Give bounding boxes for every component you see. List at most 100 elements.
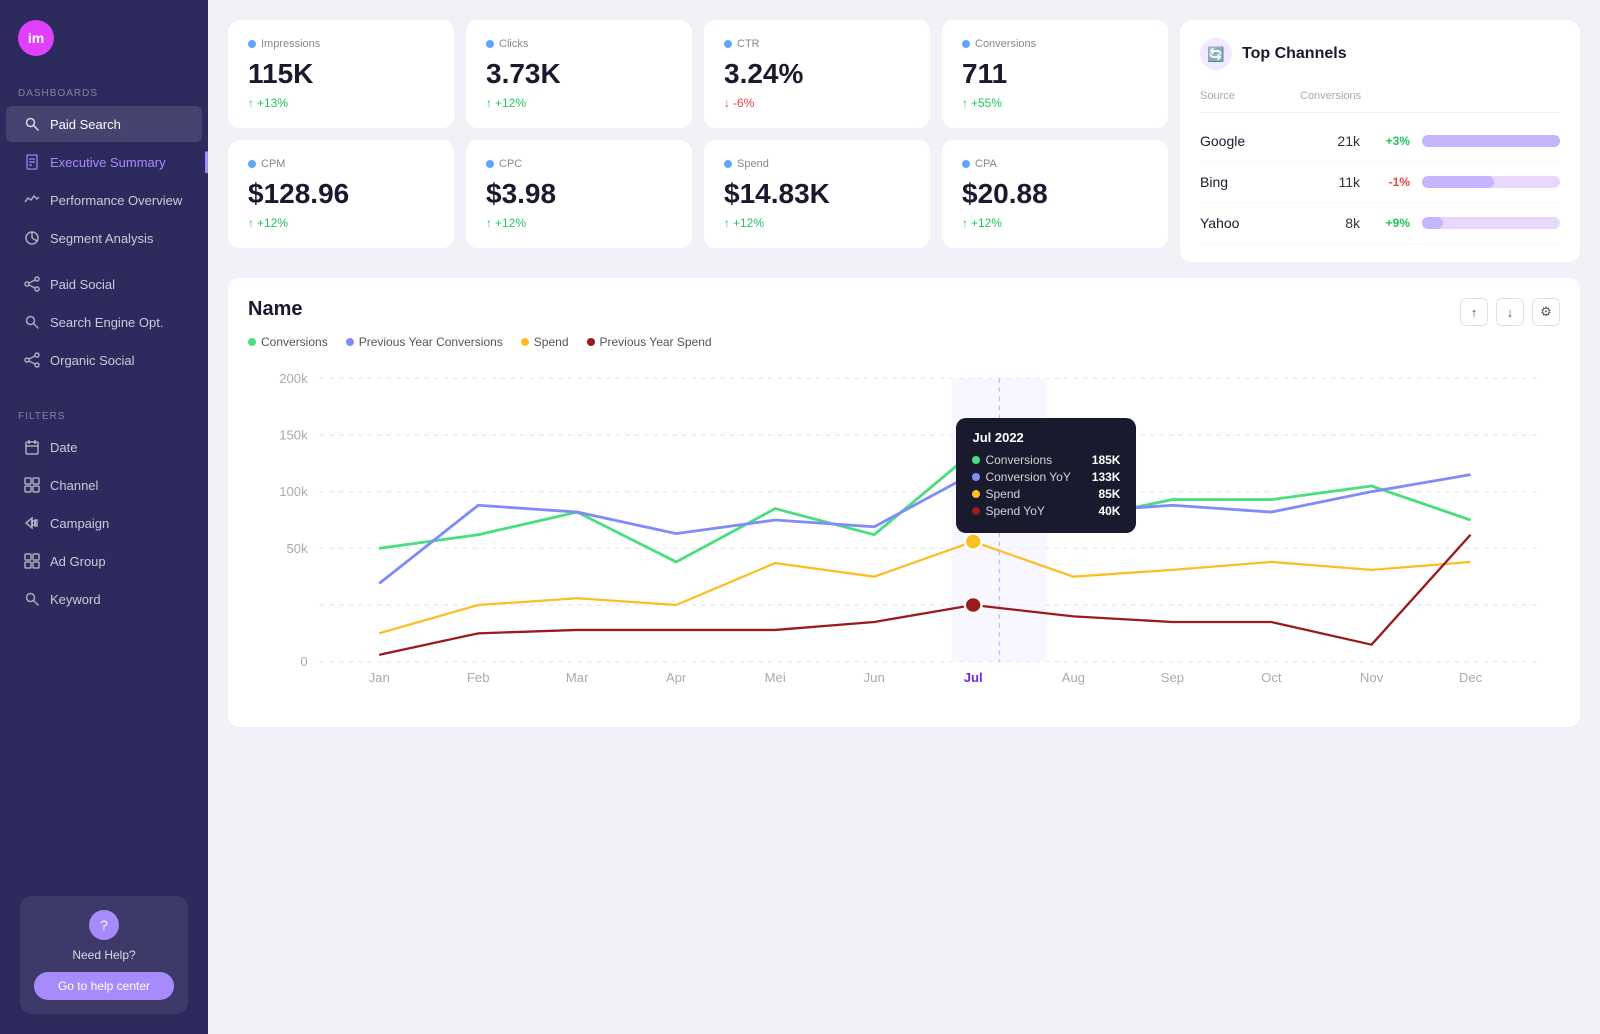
sidebar-item-paid-search[interactable]: Paid Search	[6, 106, 202, 142]
chart-settings-button[interactable]: ⚙	[1532, 298, 1560, 326]
main-content: Impressions 115K ↑ +13% Clicks 3.73K	[208, 0, 1600, 1034]
channels-table-header: Source Conversions	[1200, 86, 1560, 113]
help-icon: ?	[89, 910, 119, 940]
metrics-col: Impressions 115K ↑ +13% Clicks 3.73K	[228, 20, 1168, 262]
metric-value: 115K	[248, 58, 434, 90]
channel-name: Bing	[1200, 174, 1300, 190]
arrow-up-icon: ↑	[724, 216, 730, 230]
svg-text:Aug: Aug	[1062, 670, 1085, 685]
chart-title: Name	[248, 298, 1460, 321]
svg-text:50k: 50k	[287, 541, 309, 556]
metric-spend: Spend $14.83K ↑ +12%	[704, 140, 930, 248]
metric-cpa: CPA $20.88 ↑ +12%	[942, 140, 1168, 248]
channel-change: +3%	[1360, 134, 1410, 148]
metric-value: 3.73K	[486, 58, 672, 90]
sidebar-item-organic-social[interactable]: Organic Social	[6, 342, 202, 378]
pie-icon	[24, 230, 40, 246]
filter-label: Date	[50, 440, 77, 455]
top-channels-panel: 🔄 Top Channels Source Conversions Google…	[1180, 20, 1580, 262]
svg-text:Sep: Sep	[1161, 670, 1184, 685]
chart-download-button[interactable]: ↓	[1496, 298, 1524, 326]
filter-channel[interactable]: Channel	[6, 467, 202, 503]
filter-campaign[interactable]: Campaign	[6, 505, 202, 541]
metric-conversions: Conversions 711 ↑ +55%	[942, 20, 1168, 128]
svg-text:Dec: Dec	[1459, 670, 1483, 685]
filter-ad-group[interactable]: Ad Group	[6, 543, 202, 579]
metric-value: 711	[962, 58, 1148, 90]
svg-text:Feb: Feb	[467, 670, 490, 685]
filter-date[interactable]: Date	[6, 429, 202, 465]
channel-bar-fill	[1422, 176, 1494, 188]
legend-prev-spend: Previous Year Spend	[587, 335, 712, 349]
metric-cpc: CPC $3.98 ↑ +12%	[466, 140, 692, 248]
calendar-icon	[24, 439, 40, 455]
metric-change: ↑ +12%	[486, 216, 672, 230]
filter-label: Keyword	[50, 592, 101, 607]
metric-value: $20.88	[962, 178, 1148, 210]
metric-change: ↑ +55%	[962, 96, 1148, 110]
channel-row-yahoo: Yahoo 8k +9%	[1200, 203, 1560, 244]
arrow-up-icon: ↑	[486, 216, 492, 230]
help-title: Need Help?	[34, 948, 174, 962]
metric-value: $3.98	[486, 178, 672, 210]
chart-section: Name Conversions Previous Year Conversio…	[228, 278, 1580, 727]
arrow-up-icon: ↑	[248, 96, 254, 110]
sidebar-item-seo[interactable]: Search Engine Opt.	[6, 304, 202, 340]
metric-label: Conversions	[962, 38, 1148, 50]
arrow-up-icon: ↑	[962, 216, 968, 230]
channel-bar	[1410, 135, 1560, 147]
top-channels-header: 🔄 Top Channels	[1200, 38, 1560, 70]
top-channels-icon: 🔄	[1200, 38, 1232, 70]
col-conversions: Conversions	[1300, 90, 1360, 102]
metric-dot	[962, 160, 970, 168]
legend-dot-prev-spend	[587, 338, 595, 346]
top-channels-title: Top Channels	[1242, 45, 1347, 63]
sidebar-item-executive-summary[interactable]: Executive Summary	[6, 144, 202, 180]
help-center-button[interactable]: Go to help center	[34, 972, 174, 1000]
metric-label: CPM	[248, 158, 434, 170]
legend-spend: Spend	[521, 335, 569, 349]
sidebar-item-segment-analysis[interactable]: Segment Analysis	[6, 220, 202, 256]
channel-change: -1%	[1360, 175, 1410, 189]
channel-bar-fill	[1422, 217, 1443, 229]
metric-dot	[248, 40, 256, 48]
metric-impressions: Impressions 115K ↑ +13%	[228, 20, 454, 128]
active-indicator	[205, 151, 208, 173]
arrow-up-icon: ↑	[248, 216, 254, 230]
col-bar	[1410, 90, 1560, 102]
legend-dot-prev-conversions	[346, 338, 354, 346]
metric-label: CTR	[724, 38, 910, 50]
metric-dot	[962, 40, 970, 48]
channel-bar-bg	[1422, 135, 1560, 147]
metric-dot	[486, 40, 494, 48]
seo-icon	[24, 314, 40, 330]
metric-dot	[724, 160, 732, 168]
logo-area: im	[0, 0, 208, 72]
chart-controls: ↑ ↓ ⚙	[1460, 298, 1560, 326]
channel-row-google: Google 21k +3%	[1200, 121, 1560, 162]
col-change	[1360, 90, 1410, 102]
campaign-icon	[24, 515, 40, 531]
legend-dot-spend	[521, 338, 529, 346]
col-source: Source	[1200, 90, 1300, 102]
channel-row-bing: Bing 11k -1%	[1200, 162, 1560, 203]
metric-dot	[486, 160, 494, 168]
sidebar-item-paid-social[interactable]: Paid Social	[6, 266, 202, 302]
channel-bar-bg	[1422, 176, 1560, 188]
chart-header-left: Name Conversions Previous Year Conversio…	[248, 298, 1460, 359]
chart-header: Name Conversions Previous Year Conversio…	[248, 298, 1560, 359]
svg-text:100k: 100k	[279, 485, 308, 500]
filter-keyword[interactable]: Keyword	[6, 581, 202, 617]
metric-change: ↓ -6%	[724, 96, 910, 110]
social-icon	[24, 276, 40, 292]
chart-upload-button[interactable]: ↑	[1460, 298, 1488, 326]
arrow-up-icon: ↑	[962, 96, 968, 110]
search-icon	[24, 116, 40, 132]
logo-icon: im	[18, 20, 54, 56]
channel-bar-bg	[1422, 217, 1560, 229]
metric-value: $14.83K	[724, 178, 910, 210]
chart-container: 200k 150k 100k 50k 0	[248, 367, 1560, 707]
sidebar-item-label: Paid Search	[50, 117, 121, 132]
sidebar: im DASHBOARDS Paid Search Executive Summ…	[0, 0, 208, 1034]
sidebar-item-performance-overview[interactable]: Performance Overview	[6, 182, 202, 218]
